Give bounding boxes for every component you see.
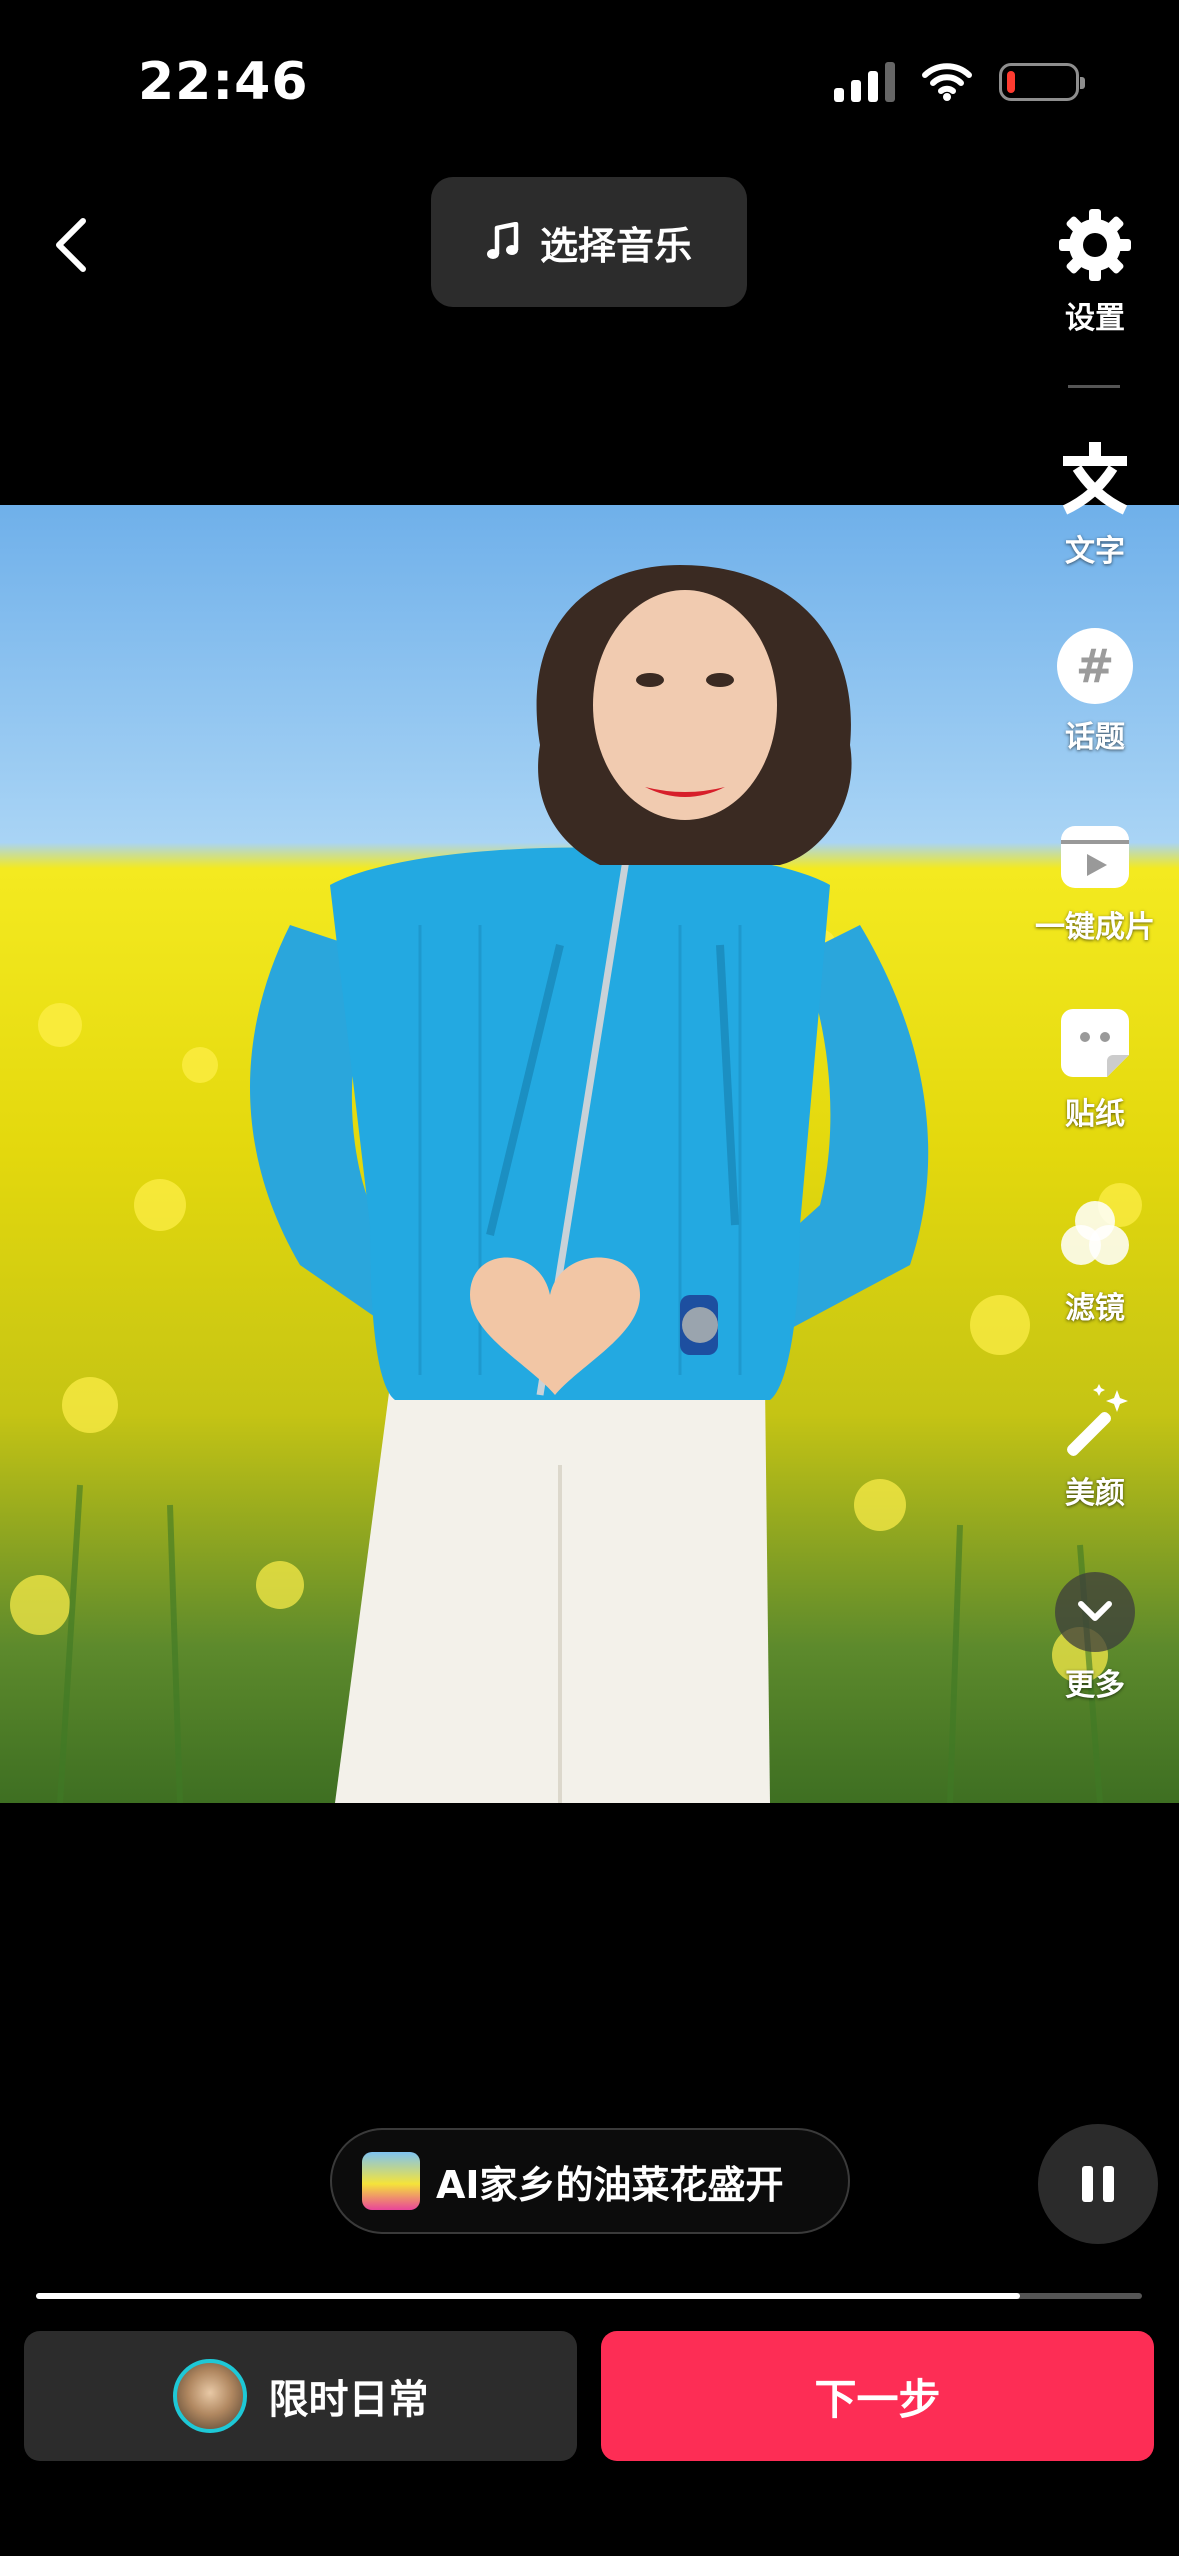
topic-label: 话题 [1065,720,1125,755]
gear-icon [1059,209,1131,281]
beauty-label: 美颜 [1065,1476,1125,1511]
clapperboard-icon [1061,826,1129,888]
sticker-label: 贴纸 [1065,1097,1125,1132]
more-tool[interactable]: 更多 [1030,1572,1160,1704]
limited-daily-label: 限时日常 [268,2377,429,2423]
video-preview[interactable] [0,505,1179,1803]
sticker-icon [1061,1009,1129,1077]
magic-wand-icon [1067,1384,1128,1456]
cellular-signal-icon [834,62,895,102]
text-icon [1062,442,1128,515]
music-note-icon [486,222,519,259]
select-music-button[interactable]: 选择音乐 [431,177,747,307]
one-click-label: 一键成片 [1035,910,1155,945]
text-label: 文字 [1065,534,1125,569]
pause-button[interactable] [1038,2124,1158,2244]
status-icons [834,62,1085,102]
toolbar-divider [1068,385,1120,388]
select-music-label: 选择音乐 [539,223,692,268]
one-click-tool[interactable]: 一键成片 [1030,818,1160,946]
filter-tool[interactable]: 滤镜 [1030,1195,1160,1327]
ai-template-pill[interactable]: AI家乡的油菜花盛开 [330,2128,850,2234]
settings-label: 设置 [1065,301,1125,336]
pause-bar-left [1082,2166,1093,2202]
playback-progress[interactable] [36,2293,1142,2299]
playback-progress-fill [36,2293,1021,2299]
chevron-left-icon [56,218,86,272]
text-tool[interactable]: 文字 [1030,438,1160,570]
preview-photo [10,565,1142,1803]
more-label: 更多 [1065,1668,1125,1703]
status-time: 22:46 [138,52,309,112]
back-button[interactable] [38,200,104,290]
settings-tool[interactable]: 设置 [1030,205,1160,337]
beauty-tool[interactable]: 美颜 [1030,1380,1160,1512]
template-thumbnail [362,2152,420,2210]
chevron-down-icon [1078,1601,1112,1621]
battery-icon [999,63,1085,101]
limited-daily-button[interactable]: 限时日常 [24,2331,577,2461]
more-circle [1055,1572,1135,1652]
filter-icon [1061,1201,1129,1265]
next-button[interactable]: 下一步 [601,2331,1154,2461]
pause-bar-right [1103,2166,1114,2202]
wifi-icon [922,63,972,101]
hashtag-icon: # [1057,628,1133,704]
topic-tool[interactable]: # 话题 [1030,628,1160,756]
avatar [172,2359,247,2433]
template-label: AI家乡的油菜花盛开 [436,2162,784,2207]
sticker-tool[interactable]: 贴纸 [1030,1005,1160,1133]
next-label: 下一步 [814,2374,941,2424]
filter-label: 滤镜 [1065,1291,1125,1326]
